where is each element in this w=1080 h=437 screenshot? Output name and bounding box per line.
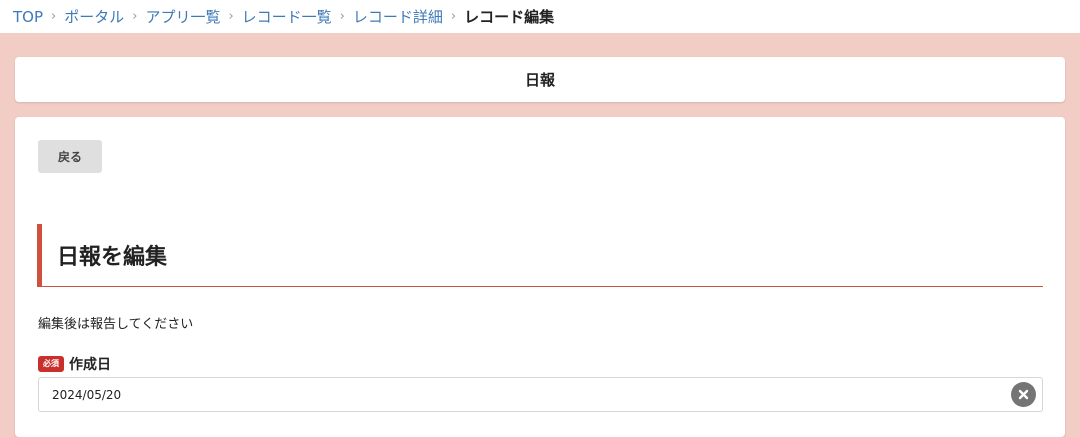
app-title-card: 日報 <box>15 57 1065 102</box>
breadcrumb-separator: › <box>339 9 345 24</box>
breadcrumb-top[interactable]: TOP <box>13 8 43 26</box>
back-button[interactable]: 戻る <box>38 140 102 173</box>
created-date-field <box>38 377 1043 412</box>
breadcrumb-app-list[interactable]: アプリ一覧 <box>145 6 220 27</box>
close-icon <box>1018 389 1029 400</box>
close-circle-icon[interactable] <box>1011 382 1036 407</box>
created-date-input[interactable] <box>38 377 1043 412</box>
created-date-label-row: 必須 作成日 <box>38 354 111 374</box>
section-heading-text: 日報を編集 <box>57 245 168 270</box>
app-title: 日報 <box>524 71 555 89</box>
edit-form-card: 戻る 日報を編集 編集後は報告してください 必須 作成日 <box>15 117 1065 437</box>
breadcrumb-record-detail[interactable]: レコード詳細 <box>353 6 443 27</box>
breadcrumb-record-list[interactable]: レコード一覧 <box>242 6 332 27</box>
breadcrumb-portal[interactable]: ポータル <box>64 6 124 27</box>
form-description: 編集後は報告してください <box>38 317 194 332</box>
breadcrumb-separator: › <box>132 9 138 24</box>
breadcrumb-current: レコード編集 <box>464 8 555 26</box>
breadcrumb-separator: › <box>228 9 234 24</box>
created-date-label: 作成日 <box>69 357 111 373</box>
section-heading: 日報を編集 <box>37 224 1043 287</box>
required-badge: 必須 <box>38 356 64 372</box>
breadcrumb-separator: › <box>51 9 57 24</box>
breadcrumb-separator: › <box>450 9 457 24</box>
breadcrumb: TOP › ポータル › アプリ一覧 › レコード一覧 › レコード詳細 › レ… <box>0 0 1080 33</box>
